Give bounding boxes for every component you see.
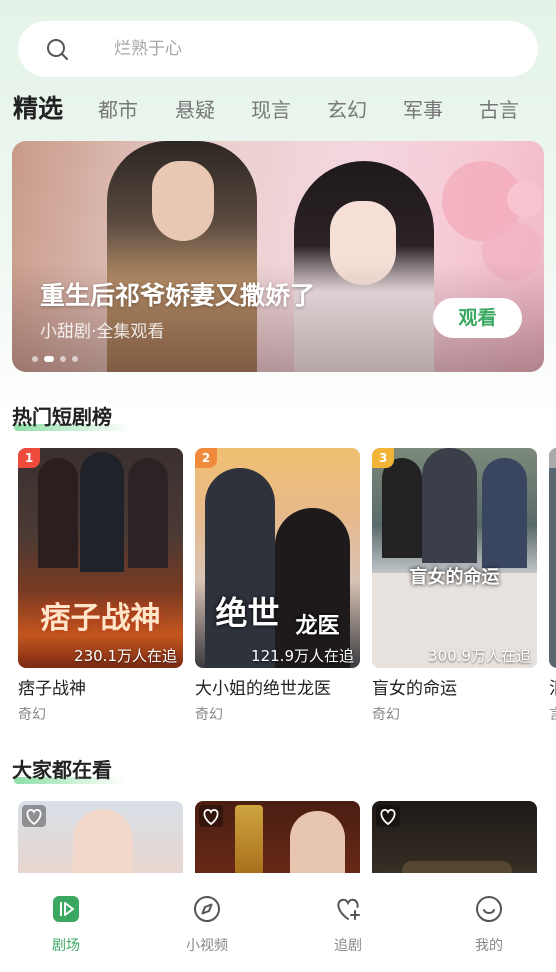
viewer-count: 300.9万人在追 [428, 647, 531, 665]
search-placeholder: 烂熟于心 [114, 39, 182, 59]
rank-badge: 2 [195, 448, 217, 468]
tab-fantasy[interactable]: 玄幻 [327, 96, 367, 124]
poster-figure [38, 458, 78, 568]
nav-label: 追剧 [334, 938, 362, 954]
heart-plus-icon[interactable] [22, 805, 46, 827]
watch-button[interactable]: 观看 [433, 298, 522, 338]
category-tabs: 精选 都市 悬疑 现言 玄幻 军事 古言 [0, 92, 556, 128]
carousel-dot-active [44, 356, 54, 362]
drama-poster: 痞子战神 230.1万人在追 [18, 448, 183, 668]
drama-genre: 言 [549, 706, 556, 724]
heart-plus-icon [337, 898, 360, 920]
poster-title: 龙医 [295, 614, 340, 639]
drama-name: 盲女的命运 [372, 679, 457, 699]
smile-icon [476, 896, 502, 922]
featured-banner[interactable]: 重生后祁爷娇妻又撒娇了 小甜剧·全集观看 观看 [12, 141, 544, 372]
rank-badge: 3 [372, 448, 394, 468]
carousel-dot [32, 356, 38, 362]
drama-name: 痞子战神 [18, 679, 86, 699]
drama-genre: 奇幻 [195, 707, 223, 723]
banner-title: 重生后祁爷娇妻又撒娇了 [40, 281, 316, 310]
heart-plus-icon[interactable] [376, 805, 400, 827]
viewer-count: 230.1万人在追 [74, 647, 177, 665]
viewer-count: 121.9万人在追 [251, 647, 354, 665]
poster-figure [290, 811, 345, 881]
drama-card[interactable] [372, 801, 537, 881]
poster-title: 痞子战神 [40, 601, 161, 636]
tab-featured[interactable]: 精选 [13, 92, 63, 126]
drama-genre: 奇幻 [18, 707, 46, 723]
poster-figure [73, 809, 133, 881]
poster-figure [482, 458, 527, 568]
nav-label: 我的 [475, 938, 503, 954]
poster-figure [235, 805, 263, 875]
poster-figure [128, 458, 168, 568]
poster-figure [80, 452, 124, 572]
banner-subtitle: 小甜剧·全集观看 [40, 322, 165, 342]
poster-title: 盲女的命运 [409, 567, 500, 588]
theater-icon [53, 896, 79, 922]
drama-genre: 奇幻 [372, 707, 400, 723]
poster-figure [382, 458, 422, 558]
tab-military[interactable]: 军事 [403, 96, 443, 124]
rank-badge: 4 [549, 448, 556, 468]
nav-label: 小视频 [186, 938, 228, 954]
tab-modern-romance[interactable]: 现言 [251, 96, 291, 124]
carousel-dot [60, 356, 66, 362]
carousel-dot [72, 356, 78, 362]
tab-ancient-romance[interactable]: 古言 [479, 96, 519, 124]
rank-badge: 1 [18, 448, 40, 468]
banner-actor-face [152, 161, 214, 241]
drama-poster: 绝世 龙医 121.9万人在追 [195, 448, 360, 668]
hot-section-title: 热门短剧榜 [12, 405, 112, 429]
poster-figure [422, 448, 477, 563]
drama-card[interactable] [18, 801, 183, 881]
drama-poster: 盲女的命运 300.9万人在追 [372, 448, 537, 668]
drama-card[interactable]: 4 泪 言 [549, 448, 556, 738]
drama-poster [549, 448, 556, 668]
drama-name: 泪 [549, 678, 556, 700]
search-icon [47, 39, 68, 60]
compass-icon [194, 896, 220, 922]
bottom-nav: 剧场 小视频 追剧 我的 [0, 873, 556, 972]
search-bar[interactable]: 烂熟于心 [18, 21, 538, 77]
tab-suspense[interactable]: 悬疑 [175, 96, 215, 124]
tab-urban[interactable]: 都市 [98, 96, 138, 124]
drama-name: 大小姐的绝世龙医 [195, 679, 331, 699]
heart-plus-icon[interactable] [199, 805, 223, 827]
nav-label: 剧场 [52, 938, 80, 954]
watching-section-title: 大家都在看 [12, 758, 112, 782]
drama-card[interactable] [195, 801, 360, 881]
decor-bubble [507, 181, 543, 217]
